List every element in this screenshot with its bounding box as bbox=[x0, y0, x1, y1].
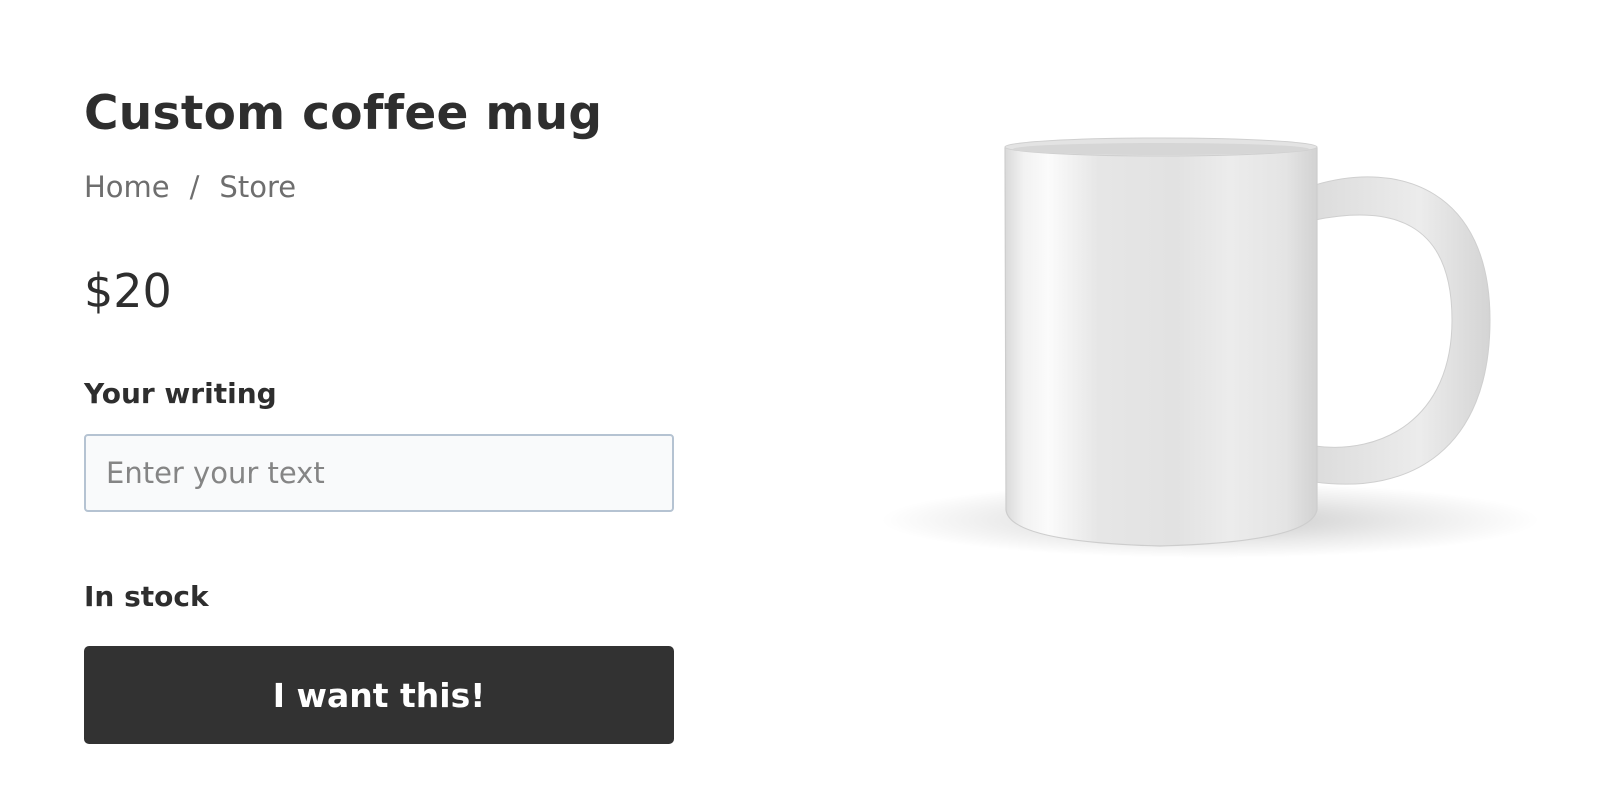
breadcrumb: Home / Store bbox=[84, 170, 296, 204]
breadcrumb-separator: / bbox=[189, 170, 200, 204]
breadcrumb-home-link[interactable]: Home bbox=[84, 170, 170, 204]
breadcrumb-store-link[interactable]: Store bbox=[219, 170, 296, 204]
product-title: Custom coffee mug bbox=[84, 86, 603, 141]
product-page: Custom coffee mug Home / Store $20 Your … bbox=[0, 0, 1600, 791]
writing-input[interactable] bbox=[84, 434, 674, 512]
coffee-mug-image bbox=[880, 137, 1540, 558]
stock-status: In stock bbox=[84, 580, 209, 613]
mug-handle bbox=[1314, 176, 1491, 485]
mug-body bbox=[1004, 139, 1318, 547]
buy-button[interactable]: I want this! bbox=[84, 646, 674, 744]
product-price: $20 bbox=[84, 264, 172, 318]
writing-label: Your writing bbox=[84, 377, 277, 410]
